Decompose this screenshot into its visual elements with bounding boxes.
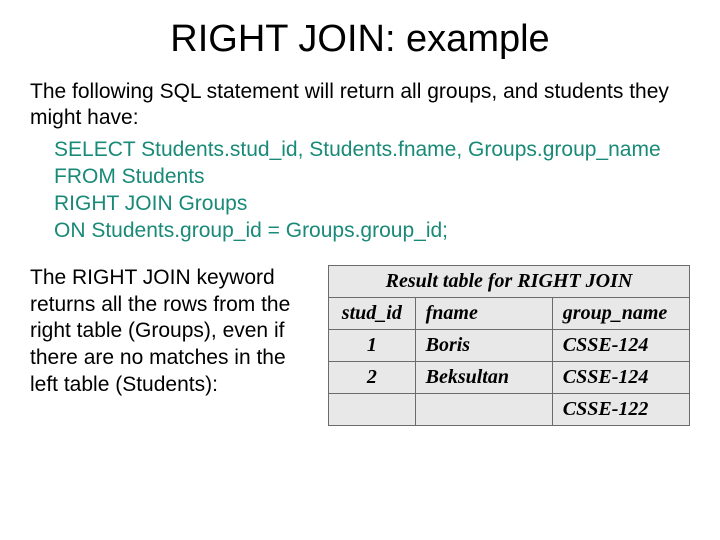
table-caption: Result table for RIGHT JOIN xyxy=(329,265,690,297)
sql-line-2: FROM Students xyxy=(54,163,690,190)
cell-group-name: CSSE-124 xyxy=(552,329,689,361)
cell-fname xyxy=(415,393,552,425)
table-row: CSSE-122 xyxy=(329,393,690,425)
sql-line-4: ON Students.group_id = Groups.group_id; xyxy=(54,217,690,244)
result-table: Result table for RIGHT JOIN stud_id fnam… xyxy=(328,265,690,426)
sql-block: SELECT Students.stud_id, Students.fname,… xyxy=(54,136,690,245)
page-title: RIGHT JOIN: example xyxy=(30,18,690,61)
cell-stud-id xyxy=(329,393,416,425)
col-header-stud-id: stud_id xyxy=(329,297,416,329)
intro-text: The following SQL statement will return … xyxy=(30,79,690,132)
table-header-row: stud_id fname group_name xyxy=(329,297,690,329)
cell-stud-id: 1 xyxy=(329,329,416,361)
cell-stud-id: 2 xyxy=(329,361,416,393)
cell-fname: Boris xyxy=(415,329,552,361)
cell-group-name: CSSE-124 xyxy=(552,361,689,393)
cell-group-name: CSSE-122 xyxy=(552,393,689,425)
table-row: 2 Beksultan CSSE-124 xyxy=(329,361,690,393)
table-caption-row: Result table for RIGHT JOIN xyxy=(329,265,690,297)
cell-fname: Beksultan xyxy=(415,361,552,393)
table-row: 1 Boris CSSE-124 xyxy=(329,329,690,361)
col-header-fname: fname xyxy=(415,297,552,329)
sql-line-3: RIGHT JOIN Groups xyxy=(54,190,690,217)
explanation-text: The RIGHT JOIN keyword returns all the r… xyxy=(30,265,310,399)
sql-line-1: SELECT Students.stud_id, Students.fname,… xyxy=(54,136,690,163)
col-header-group-name: group_name xyxy=(552,297,689,329)
result-table-wrapper: Result table for RIGHT JOIN stud_id fnam… xyxy=(328,265,690,426)
